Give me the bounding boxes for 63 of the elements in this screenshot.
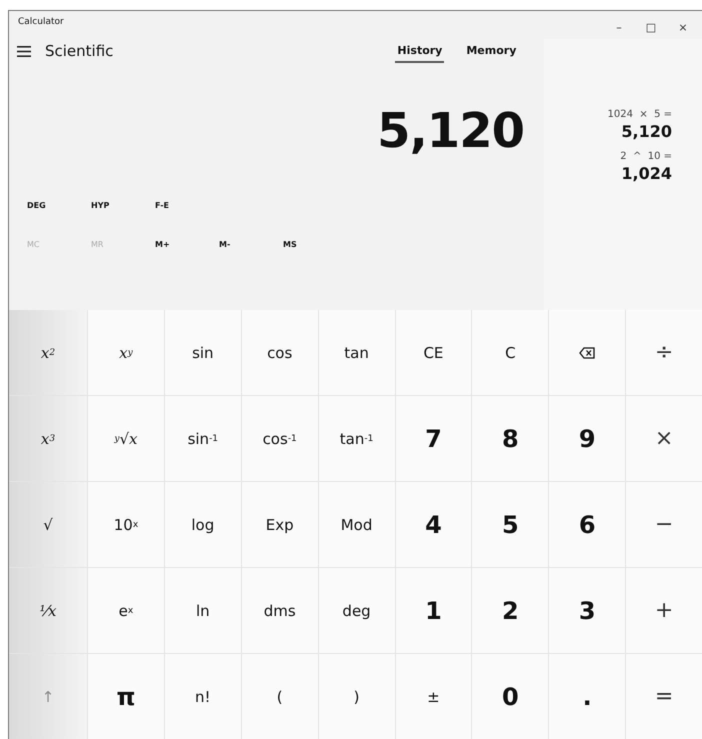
calculator-key[interactable]: 6 <box>549 482 626 567</box>
calculator-key[interactable]: 0 <box>472 654 548 739</box>
tab[interactable]: Memory <box>464 40 518 62</box>
calculator-key[interactable]: CE <box>396 310 472 395</box>
calculator-key[interactable]: log <box>164 482 241 567</box>
memory-button[interactable]: M- <box>219 240 283 249</box>
calculator-key[interactable]: cos$^{-1}$ <box>242 396 318 481</box>
calculator-key[interactable]: sin <box>164 310 241 395</box>
calculator-key[interactable]: 7 <box>396 396 472 481</box>
calculator-key[interactable]: ) <box>318 654 394 739</box>
calculator-key[interactable]: + <box>626 568 702 653</box>
calculator-key[interactable]: 3 <box>549 568 626 653</box>
memory-button[interactable]: M+ <box>155 240 219 249</box>
calculator-key[interactable]: π <box>88 654 164 739</box>
calculator-key[interactable]: n! <box>164 654 241 739</box>
calculator-key[interactable]: × <box>626 396 702 481</box>
backspace-icon <box>579 346 596 358</box>
calculator-key[interactable]: 9 <box>549 396 626 481</box>
window-title: Calculator <box>18 17 64 27</box>
calculator-key[interactable]: ÷ <box>626 310 702 395</box>
calculator-key[interactable]: ¹⁄x <box>9 568 87 653</box>
calculator-key[interactable]: $^{y}$√x <box>88 396 164 481</box>
mode-toggle[interactable]: HYP <box>91 201 155 210</box>
calculator-key[interactable]: 4 <box>396 482 472 567</box>
calculator-key[interactable]: Mod <box>318 482 394 567</box>
result-display: 5,120 <box>377 103 524 159</box>
history-expression: 1024 × 5 = <box>608 109 672 120</box>
calculator-key[interactable]: − <box>626 482 702 567</box>
calculator-key[interactable]: Exp <box>242 482 318 567</box>
calculator-key[interactable]: tan$^{-1}$ <box>318 396 394 481</box>
calculator-key[interactable]: 2 <box>472 568 548 653</box>
history-result: 1,024 <box>621 164 672 183</box>
calculator-key[interactable]: 10$^{x}$ <box>88 482 164 567</box>
history-result: 5,120 <box>621 122 672 141</box>
calculator-key[interactable]: . <box>549 654 626 739</box>
menu-icon[interactable] <box>17 46 31 56</box>
calculator-key[interactable]: tan <box>318 310 394 395</box>
calculator-key[interactable]: x$^{3}$ <box>9 396 87 481</box>
calculator-key[interactable]: ( <box>242 654 318 739</box>
tab[interactable]: History <box>395 40 444 62</box>
history-expression: 2 ^ 10 = <box>620 151 672 162</box>
mode-toggle[interactable]: DEG <box>27 201 91 210</box>
calculator-key[interactable]: x$^{2}$ <box>9 310 87 395</box>
close-button[interactable]: × <box>670 21 696 34</box>
minimize-button[interactable]: – <box>606 21 632 34</box>
calculator-key[interactable]: 1 <box>396 568 472 653</box>
mode-title: Scientific <box>45 42 114 60</box>
calculator-key[interactable]: C <box>472 310 548 395</box>
calculator-key[interactable]: cos <box>242 310 318 395</box>
calculator-key[interactable]: = <box>626 654 702 739</box>
mode-toggle[interactable]: F-E <box>155 201 219 210</box>
memory-button[interactable]: MS <box>283 240 347 249</box>
calculator-key[interactable]: 8 <box>472 396 548 481</box>
calculator-key[interactable]: √ <box>9 482 87 567</box>
calculator-key[interactable]: dms <box>242 568 318 653</box>
calculator-key[interactable]: ± <box>396 654 472 739</box>
maximize-button[interactable]: □ <box>638 21 664 34</box>
calculator-key[interactable]: 5 <box>472 482 548 567</box>
calculator-key[interactable]: ln <box>164 568 241 653</box>
calculator-key[interactable]: e$^{x}$ <box>88 568 164 653</box>
calculator-key[interactable]: deg <box>318 568 394 653</box>
calculator-key[interactable]: sin$^{-1}$ <box>164 396 241 481</box>
calculator-key[interactable]: x$^{y}$ <box>88 310 164 395</box>
